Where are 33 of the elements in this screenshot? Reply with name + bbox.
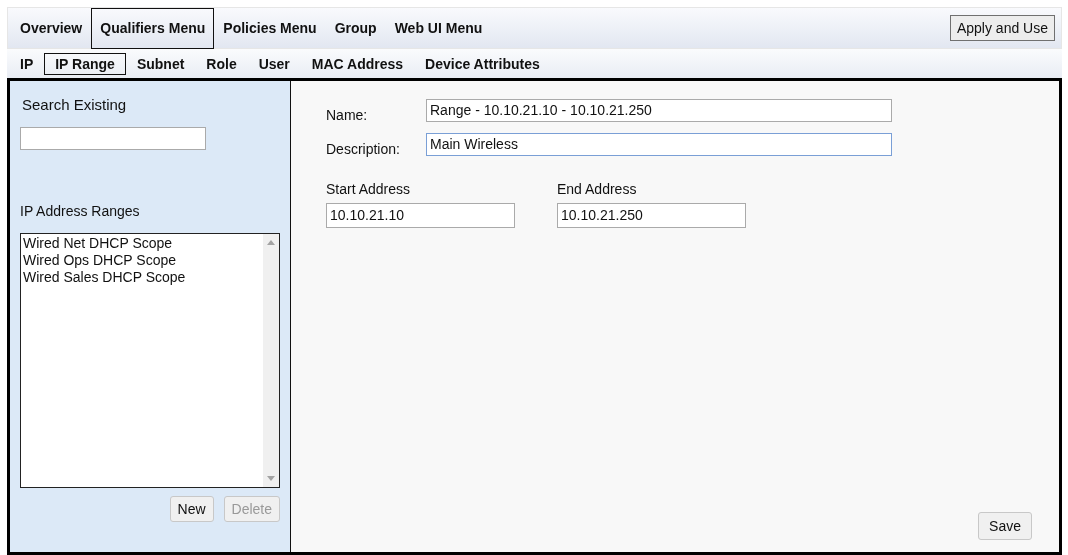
start-address-label: Start Address xyxy=(326,181,412,197)
scrollbar[interactable] xyxy=(263,234,279,487)
menu-tab[interactable]: Web UI Menu xyxy=(385,7,492,49)
description-label: Description: xyxy=(326,140,401,157)
scroll-down-icon[interactable] xyxy=(267,476,275,481)
save-button[interactable]: Save xyxy=(978,512,1032,540)
end-address-label: End Address xyxy=(557,181,638,197)
menu-tab[interactable]: Overview xyxy=(11,7,92,49)
sub-tab[interactable]: IP xyxy=(9,52,45,75)
sub-tab[interactable]: MAC Address xyxy=(300,52,415,75)
range-list[interactable]: Wired Net DHCP Scope Wired Ops DHCP Scope Wired Sales DHCP Scope xyxy=(20,233,280,488)
list-item[interactable]: Wired Sales DHCP Scope xyxy=(23,269,261,286)
menu-tab[interactable]: Qualifiers Menu xyxy=(91,7,215,49)
list-item[interactable]: Wired Net DHCP Scope xyxy=(23,235,261,252)
list-label: IP Address Ranges xyxy=(20,203,141,219)
sub-tab[interactable]: Device Attributes xyxy=(414,52,551,75)
apply-button[interactable]: Apply and Use xyxy=(949,15,1055,41)
sub-tab[interactable]: Role xyxy=(195,52,248,75)
search-field[interactable] xyxy=(20,127,206,150)
scroll-up-icon[interactable] xyxy=(267,240,275,245)
description-field[interactable]: Main Wireless xyxy=(426,132,892,156)
search-label: Search Existing xyxy=(21,96,128,113)
list-button[interactable]: New xyxy=(169,496,214,522)
name-field[interactable]: Range - 10.10.21.10 - 10.10.21.250 xyxy=(426,98,892,122)
name-label: Name: xyxy=(326,106,369,123)
end-address-field[interactable]: 10.10.21.250 xyxy=(557,203,746,228)
list-item[interactable]: Wired Ops DHCP Scope xyxy=(23,252,261,269)
sub-tab[interactable]: IP Range xyxy=(44,52,126,75)
sub-tab[interactable]: Subnet xyxy=(125,52,196,75)
sub-tab[interactable]: User xyxy=(247,52,301,75)
menu-tab[interactable]: Policies Menu xyxy=(214,7,326,49)
start-address-field[interactable]: 10.10.21.10 xyxy=(326,203,515,228)
menu-tab[interactable]: Group xyxy=(325,7,386,49)
